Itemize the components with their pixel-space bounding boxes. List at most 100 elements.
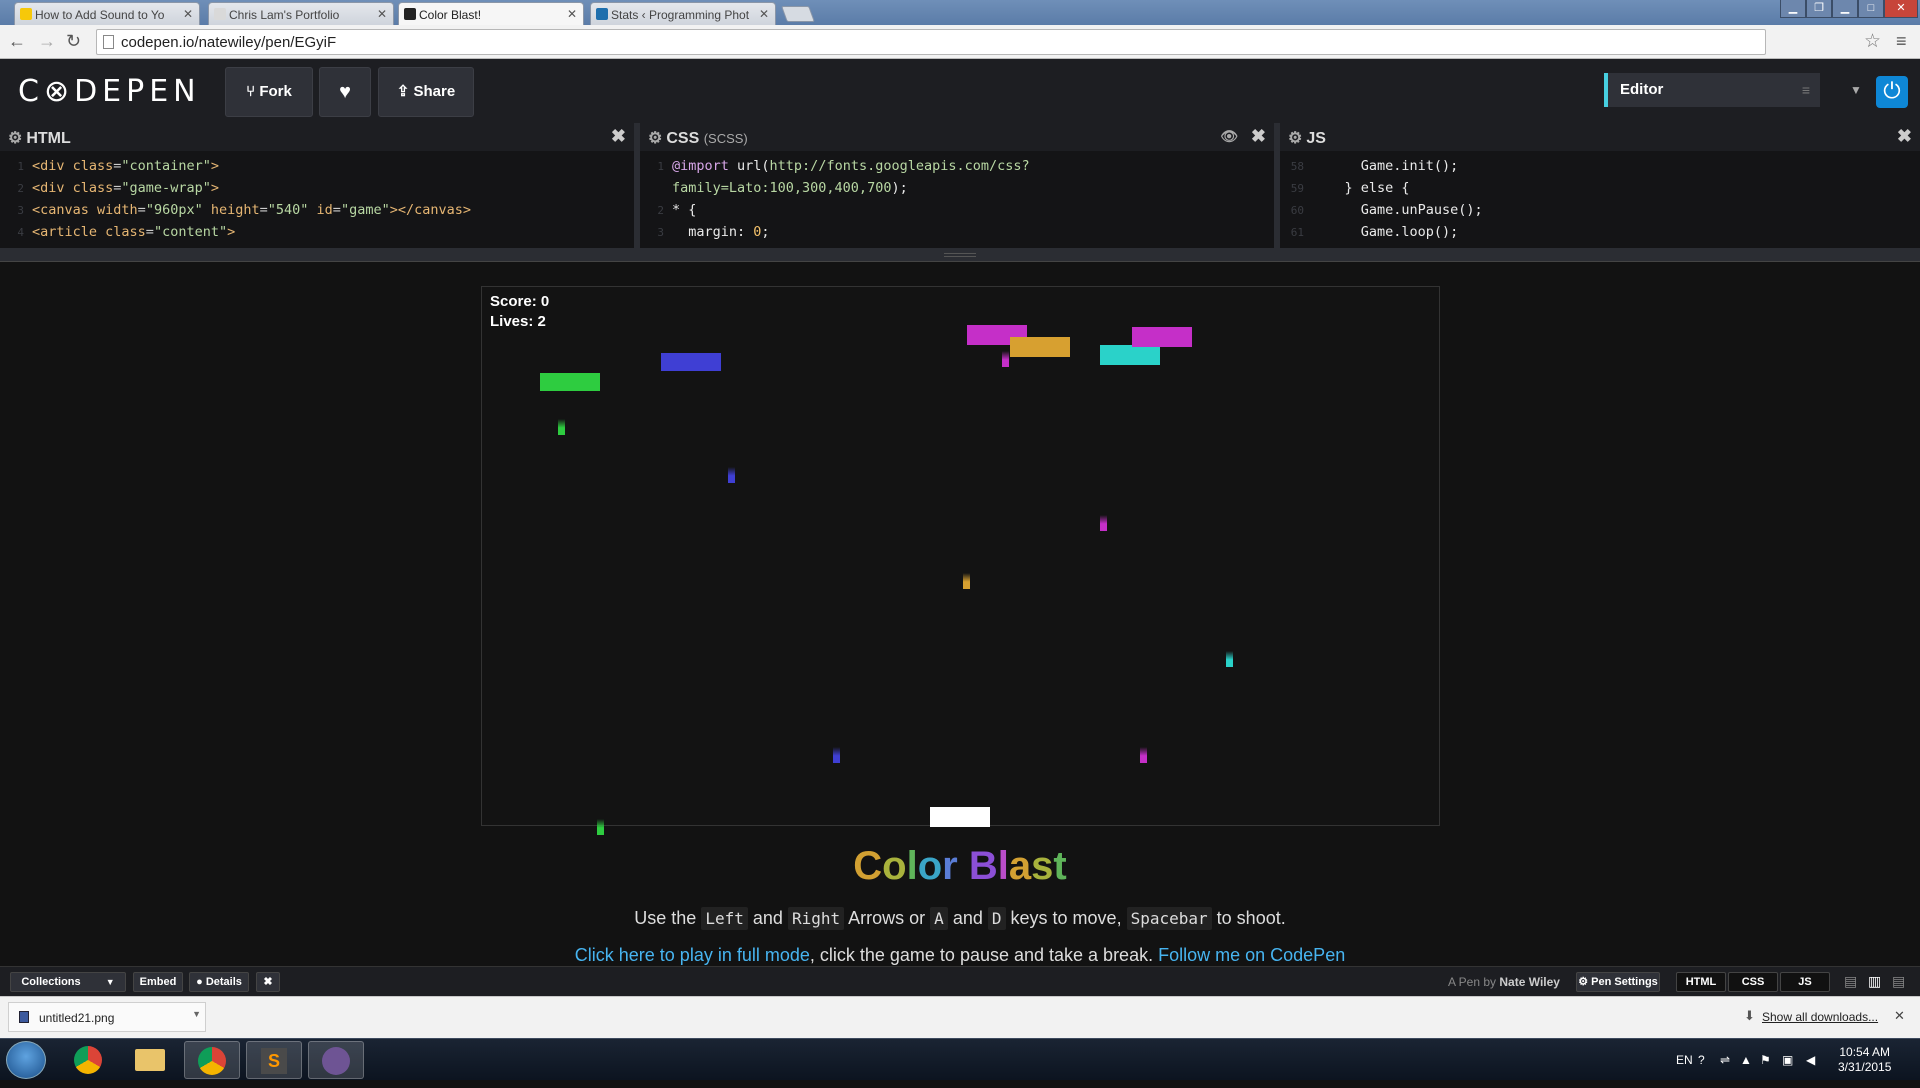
editor-resize-handle[interactable] — [0, 248, 1920, 262]
chevron-down-icon[interactable]: ▼ — [192, 1009, 201, 1019]
chrome-taskbar-icon[interactable] — [60, 1041, 116, 1079]
code-line: family=Lato:100,300,400,700); — [640, 177, 1274, 199]
gear-icon[interactable]: ⚙ — [648, 130, 662, 147]
address-bar[interactable]: codepen.io/natewiley/pen/EGyiF — [96, 29, 1766, 55]
collections-button[interactable]: Collections ▼ — [10, 972, 126, 992]
bookmark-star-icon[interactable]: ☆ — [1864, 30, 1881, 53]
code-token: class — [105, 224, 146, 240]
back-arrow-icon[interactable]: ← — [8, 31, 26, 52]
code-line: 3 margin: 0; — [640, 221, 1274, 243]
embed-button[interactable]: Embed — [133, 972, 183, 992]
browser-tab[interactable]: Color Blast! ✕ — [398, 2, 584, 25]
code-token: url( — [737, 158, 770, 174]
network-icon[interactable]: ▣ — [1782, 1053, 1793, 1067]
js-code-editor[interactable]: 58 Game.init(); 59 } else {60 Game.unPaus… — [1280, 151, 1920, 248]
close-icon[interactable]: ✖ — [1897, 126, 1912, 147]
code-token: = — [259, 202, 268, 218]
tab-close-icon[interactable]: ✕ — [377, 7, 387, 21]
game-title-word-2: Blast — [969, 844, 1067, 888]
fork-button[interactable]: ⑂ Fork — [225, 67, 313, 117]
js-toggle-button[interactable]: JS — [1780, 972, 1830, 992]
heart-button[interactable]: ♥ — [319, 67, 371, 117]
close-icon[interactable]: ✖ — [611, 126, 626, 147]
tab-close-icon[interactable]: ✕ — [183, 7, 193, 21]
line-number: 60 — [1290, 204, 1304, 217]
github-desktop-icon[interactable] — [308, 1041, 364, 1079]
download-arrow-icon: ⬇ — [1744, 1008, 1755, 1023]
browser-tab[interactable]: How to Add Sound to Yo ✕ — [14, 2, 200, 25]
code-token: "game-wrap" — [121, 180, 211, 196]
codepen-logo[interactable]: C⊗DEPEN — [18, 74, 201, 109]
code-line: 2 * { — [640, 199, 1274, 221]
tab-close-icon[interactable]: ✕ — [567, 7, 577, 21]
details-button[interactable]: ● Details — [189, 972, 249, 992]
system-clock[interactable]: 10:54 AM 3/31/2015 — [1838, 1045, 1891, 1075]
start-button[interactable] — [6, 1041, 46, 1079]
projectile — [963, 573, 970, 589]
css-code-editor[interactable]: 1 @import url(http://fonts.googleapis.com… — [640, 151, 1274, 248]
line-number: 1 — [17, 160, 24, 173]
title-letter: a — [1008, 844, 1032, 888]
gear-icon[interactable]: ⚙ — [1288, 130, 1302, 147]
right-key: Right — [787, 907, 845, 930]
follow-link[interactable]: Follow me on CodePen — [1158, 945, 1345, 965]
gear-icon[interactable]: ⚙ — [8, 130, 22, 147]
close-icon[interactable]: ✕ — [1894, 1008, 1905, 1024]
share-icon: ⇪ — [396, 83, 410, 100]
projectile — [728, 467, 735, 483]
maximize-window-icon[interactable]: □ — [1858, 0, 1884, 18]
pen-settings-button[interactable]: ⚙ Pen Settings — [1576, 972, 1660, 992]
js-pane: ⚙ JS ✖ 58 Game.init(); 59 } else {60 Game.… — [1280, 123, 1920, 248]
restore-window-icon[interactable]: ❐ — [1806, 0, 1832, 18]
browser-toolbar: ← → ↻ codepen.io/natewiley/pen/EGyiF ☆ ≡ — [0, 25, 1920, 59]
show-all-downloads-link[interactable]: Show all downloads... — [1762, 1010, 1878, 1024]
editor-view-selector[interactable]: Editor ≡ — [1604, 73, 1820, 107]
eye-icon[interactable]: 👁 — [1220, 128, 1238, 145]
instr-text: and — [752, 908, 783, 928]
volume-icon[interactable]: ◀ — [1806, 1053, 1815, 1067]
code-token: Game.loop(); — [1312, 224, 1459, 240]
forward-arrow-icon[interactable]: → — [38, 31, 56, 52]
enemy-block — [540, 373, 600, 391]
download-file-name: untitled21.png — [39, 1011, 115, 1025]
tab-favicon-icon — [20, 8, 32, 20]
code-line: 3 <canvas width="960px" height="540" id="… — [0, 199, 634, 221]
share-button[interactable]: ⇪ Share — [378, 67, 474, 117]
css-toggle-button[interactable]: CSS — [1728, 972, 1778, 992]
minimize-window-icon-2[interactable]: ▁ — [1832, 0, 1858, 18]
power-icon[interactable]: ⏻ — [1876, 76, 1908, 108]
close-window-icon[interactable]: ✕ — [1884, 0, 1918, 18]
browser-tab-strip: How to Add Sound to Yo ✕ Chris Lam's Portf… — [0, 0, 1920, 25]
new-tab-button[interactable] — [781, 6, 815, 22]
code-token: <article — [32, 224, 106, 240]
minimize-window-icon[interactable]: ▁ — [1780, 0, 1806, 18]
layout-left-icon[interactable]: ▤ — [1844, 973, 1857, 990]
chrome-active-taskbar-icon[interactable] — [184, 1041, 240, 1079]
tab-close-icon[interactable]: ✕ — [759, 7, 769, 21]
browser-tab[interactable]: Chris Lam's Portfolio ✕ — [208, 2, 394, 25]
browser-tab[interactable]: Stats ‹ Programming Phot ✕ — [590, 2, 776, 25]
close-icon[interactable]: ✖ — [1251, 126, 1266, 147]
chrome-menu-icon[interactable]: ≡ — [1896, 31, 1907, 52]
user-dropdown-icon[interactable]: ▼ — [1850, 83, 1862, 97]
layout-right-icon[interactable]: ▤ — [1892, 973, 1905, 990]
download-item[interactable]: untitled21.png ▼ — [8, 1002, 206, 1032]
code-token: "container" — [121, 158, 211, 174]
sublime-text-icon[interactable]: S — [246, 1041, 302, 1079]
close-icon[interactable]: ✖ — [256, 972, 280, 992]
language-indicator[interactable]: EN — [1676, 1053, 1693, 1067]
tray-expand-icon[interactable]: ▲ — [1740, 1053, 1752, 1067]
full-mode-link[interactable]: Click here to play in full mode — [575, 945, 810, 965]
html-code-editor[interactable]: 1 <div class="container"> 2 <div class="gam… — [0, 151, 634, 248]
html-toggle-button[interactable]: HTML — [1676, 972, 1726, 992]
game-canvas[interactable]: Score: 0 Lives: 2 — [481, 286, 1440, 835]
reload-icon[interactable]: ↻ — [66, 31, 81, 52]
js-pane-title: JS — [1306, 130, 1326, 147]
action-center-flag-icon[interactable]: ⚑ — [1760, 1053, 1771, 1067]
layout-top-icon[interactable]: ▥ — [1868, 973, 1881, 990]
file-explorer-icon[interactable] — [122, 1041, 178, 1079]
dropbox-icon[interactable]: ⇌ — [1720, 1053, 1730, 1067]
title-letter: C — [853, 844, 883, 888]
help-icon[interactable]: ? — [1698, 1053, 1705, 1067]
author-link[interactable]: Nate Wiley — [1499, 975, 1560, 989]
